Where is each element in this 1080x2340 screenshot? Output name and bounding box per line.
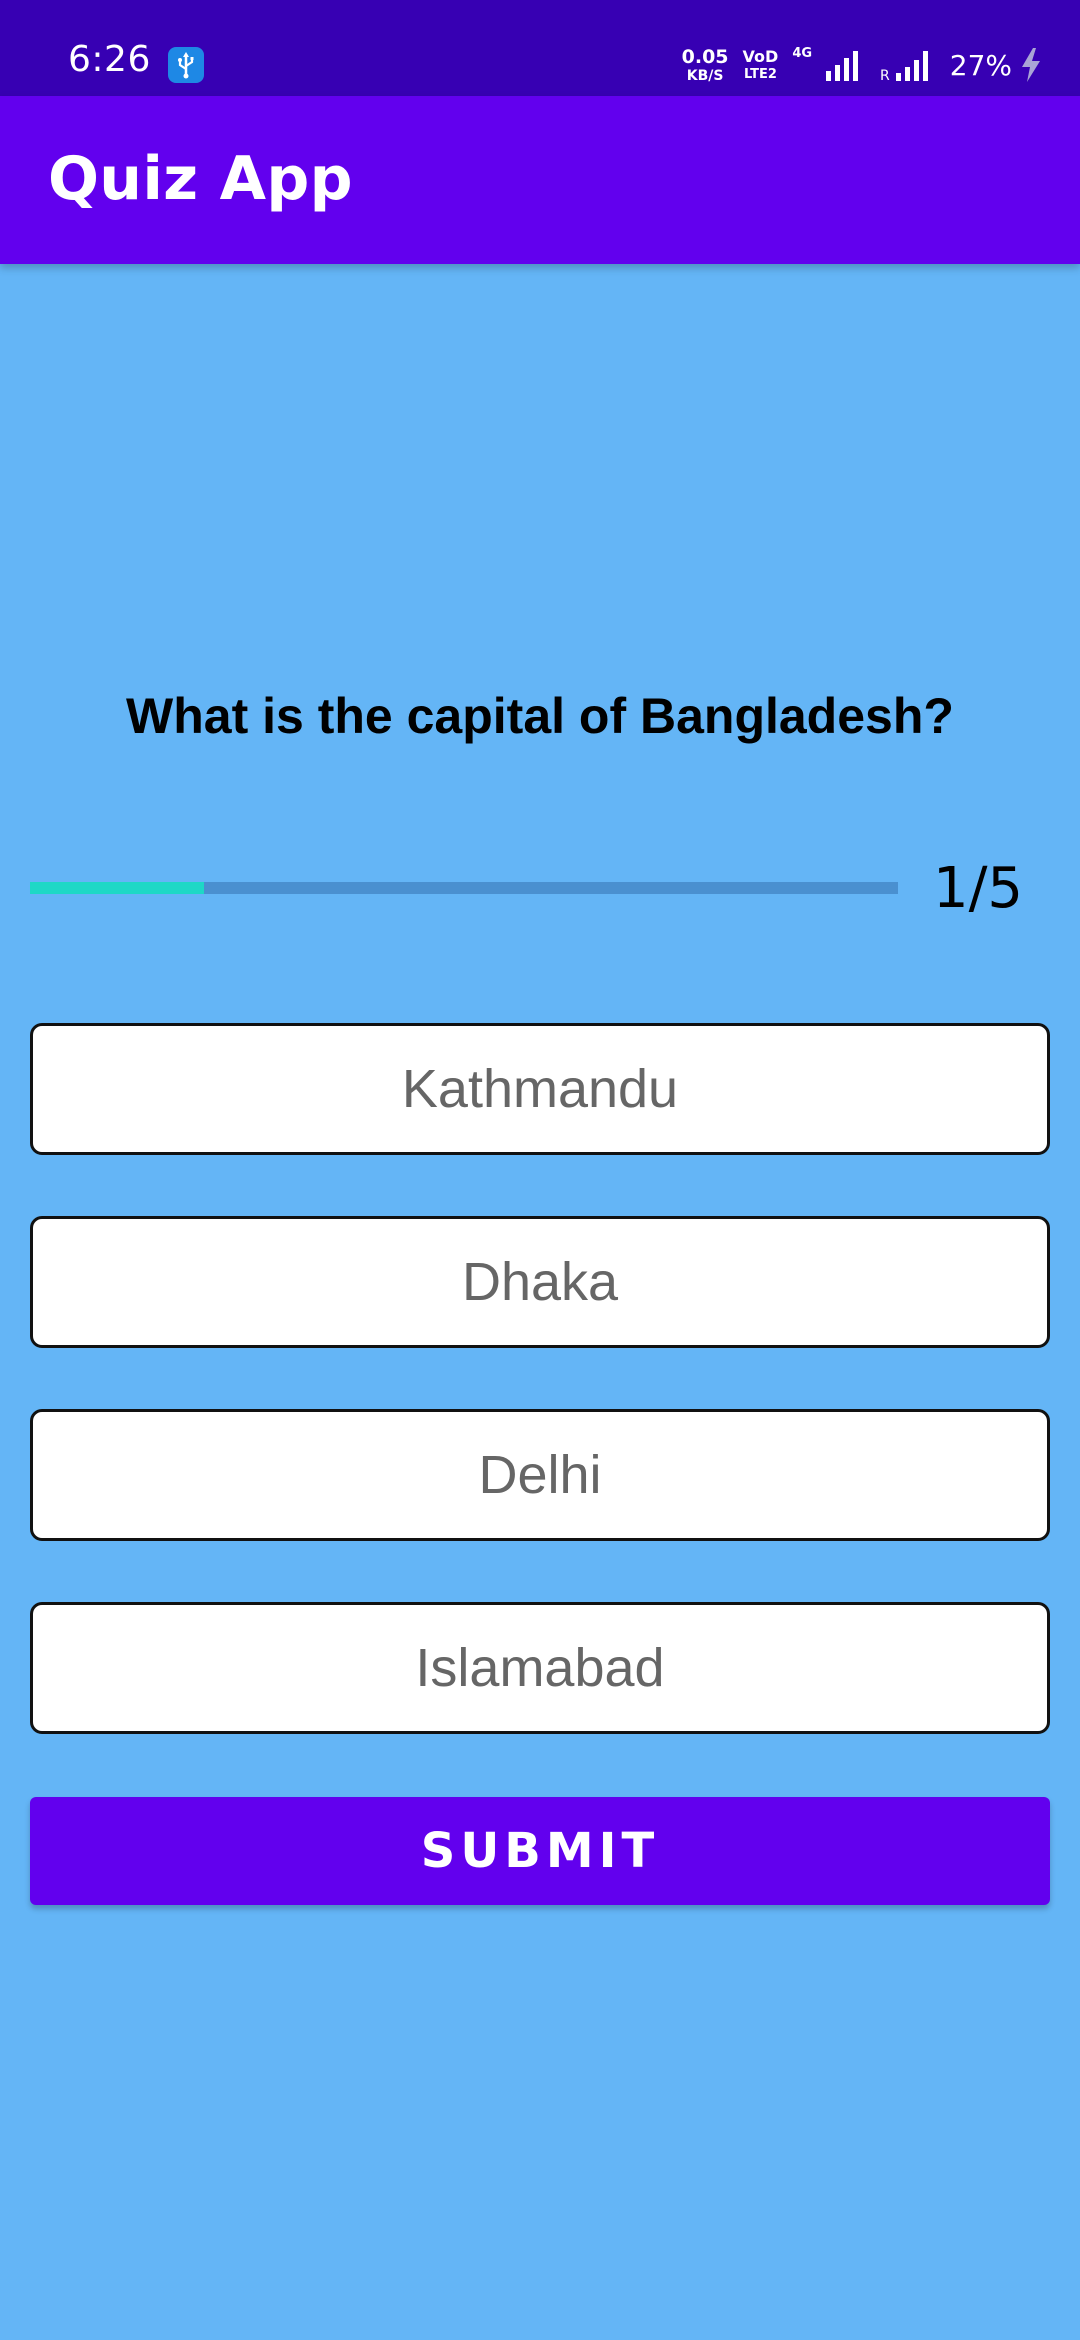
network-type: 4G — [792, 46, 813, 61]
roaming-indicator: R — [880, 68, 890, 84]
volte-label: VoD — [742, 47, 779, 66]
signal-icon-sim2 — [895, 49, 936, 81]
usb-icon — [168, 47, 204, 83]
status-indicators: 0.05 KB/S VoD LTE2 4G R 27% — [682, 44, 1042, 86]
status-bar: 6:26 0.05 KB/S VoD LTE2 4G R 27% — [0, 0, 1080, 96]
signal-icon-sim1 — [826, 49, 866, 81]
network-speed-unit: KB/S — [686, 67, 724, 84]
submit-button[interactable]: SUBMIT — [30, 1797, 1050, 1905]
question-text: What is the capital of Bangladesh? — [126, 688, 954, 744]
progress-bar-fill — [30, 882, 204, 894]
volte-indicator: VoD LTE2 — [742, 47, 779, 82]
bolt-icon — [1022, 47, 1042, 83]
option-button[interactable]: Kathmandu — [30, 1023, 1050, 1155]
progress-counter: 1/5 — [932, 856, 1024, 921]
battery-percentage: 27% — [949, 48, 1012, 82]
lte-label: LTE2 — [743, 67, 777, 82]
progress-bar — [30, 882, 898, 894]
answer-options: Kathmandu Dhaka Delhi Islamabad — [30, 1023, 1050, 1795]
network-speed: 0.05 KB/S — [681, 45, 729, 84]
option-button[interactable]: Delhi — [30, 1409, 1050, 1541]
option-button[interactable]: Islamabad — [30, 1602, 1050, 1734]
option-button[interactable]: Dhaka — [30, 1216, 1050, 1348]
status-time: 6:26 — [68, 39, 151, 80]
network-speed-value: 0.05 — [681, 45, 729, 68]
app-title: Quiz App — [48, 144, 353, 214]
app-bar: Quiz App — [0, 96, 1080, 264]
